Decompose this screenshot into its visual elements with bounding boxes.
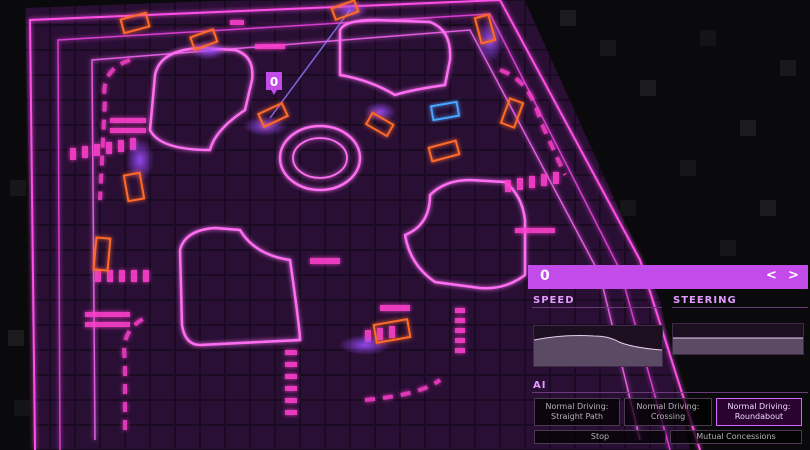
speed-graph-plot — [533, 335, 663, 366]
ai-button-straight-path[interactable]: Normal Driving: Straight Path — [534, 398, 620, 426]
steering-label: STEERING — [673, 295, 737, 306]
steering-divider — [672, 307, 808, 308]
steering-graph-plot — [673, 337, 803, 354]
car-info-panel: 0 < > SPEED STEERING AI Normal Driving: S… — [528, 265, 808, 450]
ai-button-stop[interactable]: Stop — [534, 430, 666, 444]
speed-divider — [532, 307, 662, 308]
ai-divider — [532, 392, 808, 393]
panel-header: 0 < > — [528, 265, 808, 289]
ai-label: AI — [533, 380, 547, 391]
steering-graph — [672, 323, 804, 355]
speed-label: SPEED — [533, 295, 575, 306]
ai-button-crossing[interactable]: Normal Driving: Crossing — [624, 398, 712, 426]
next-car-button[interactable]: > — [788, 268, 799, 283]
car-id-label: 0 — [540, 268, 550, 284]
prev-car-button[interactable]: < — [766, 268, 777, 283]
tracked-car-marker-label: 0 — [270, 75, 278, 89]
speed-graph — [533, 325, 663, 367]
ai-button-mutual-concessions[interactable]: Mutual Concessions — [670, 430, 802, 444]
ai-button-roundabout[interactable]: Normal Driving: Roundabout — [716, 398, 802, 426]
